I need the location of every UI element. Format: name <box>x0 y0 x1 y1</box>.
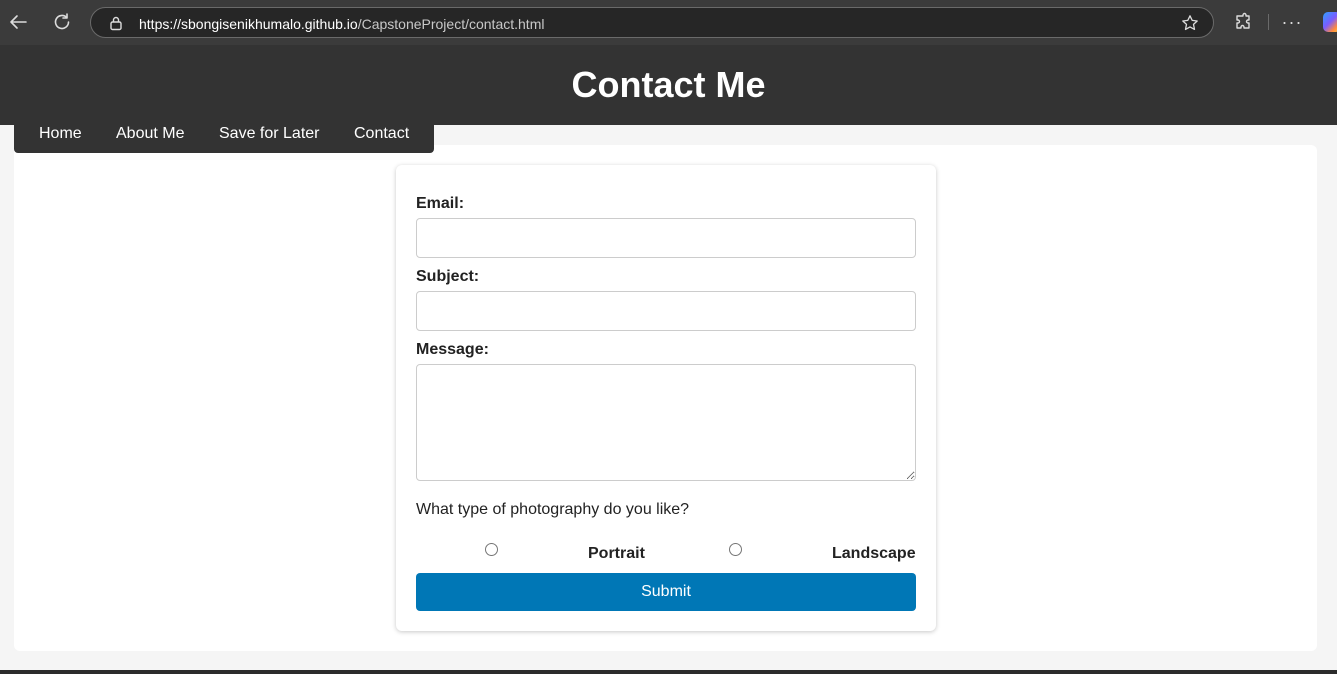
extensions-icon[interactable] <box>1233 12 1253 32</box>
message-label: Message: <box>416 341 489 358</box>
browser-toolbar: https://sbongisenikhumalo.github.io/Caps… <box>0 0 1337 45</box>
subject-label: Subject: <box>416 268 480 285</box>
site-header: Contact Me <box>0 45 1337 125</box>
portrait-label: Portrait <box>588 545 645 562</box>
toolbar-divider <box>1268 14 1269 30</box>
url-text[interactable]: https://sbongisenikhumalo.github.io/Caps… <box>139 16 544 32</box>
url-path: /CapstoneProject/contact.html <box>357 16 545 32</box>
nav-item-home[interactable]: Home <box>39 125 82 142</box>
nav-item-contact[interactable]: Contact <box>354 125 409 142</box>
star-icon[interactable] <box>1181 14 1199 32</box>
lock-icon[interactable] <box>108 15 124 31</box>
reload-icon[interactable] <box>51 11 73 33</box>
message-field[interactable] <box>416 364 916 481</box>
more-icon[interactable]: ··· <box>1280 10 1304 34</box>
page-title: Contact Me <box>571 64 766 105</box>
nav-item-save-for-later[interactable]: Save for Later <box>219 125 320 142</box>
email-label: Email: <box>416 195 465 212</box>
bottom-edge <box>0 670 1337 674</box>
subject-field[interactable] <box>416 291 916 331</box>
portrait-radio[interactable] <box>485 543 498 556</box>
main-nav: Home About Me Save for Later Contact <box>14 125 434 153</box>
landscape-label: Landscape <box>832 545 916 562</box>
copilot-icon[interactable] <box>1323 12 1337 32</box>
back-icon[interactable] <box>7 11 29 33</box>
nav-item-about-me[interactable]: About Me <box>116 125 184 142</box>
url-host: https://sbongisenikhumalo.github.io <box>139 16 358 32</box>
address-bar[interactable]: https://sbongisenikhumalo.github.io/Caps… <box>90 7 1214 38</box>
photography-question: What type of photography do you like? <box>416 501 690 518</box>
email-field[interactable] <box>416 218 916 258</box>
contact-form: Email: Subject: Message: What type of ph… <box>396 165 936 631</box>
landscape-radio[interactable] <box>729 543 742 556</box>
submit-button[interactable]: Submit <box>416 573 916 611</box>
